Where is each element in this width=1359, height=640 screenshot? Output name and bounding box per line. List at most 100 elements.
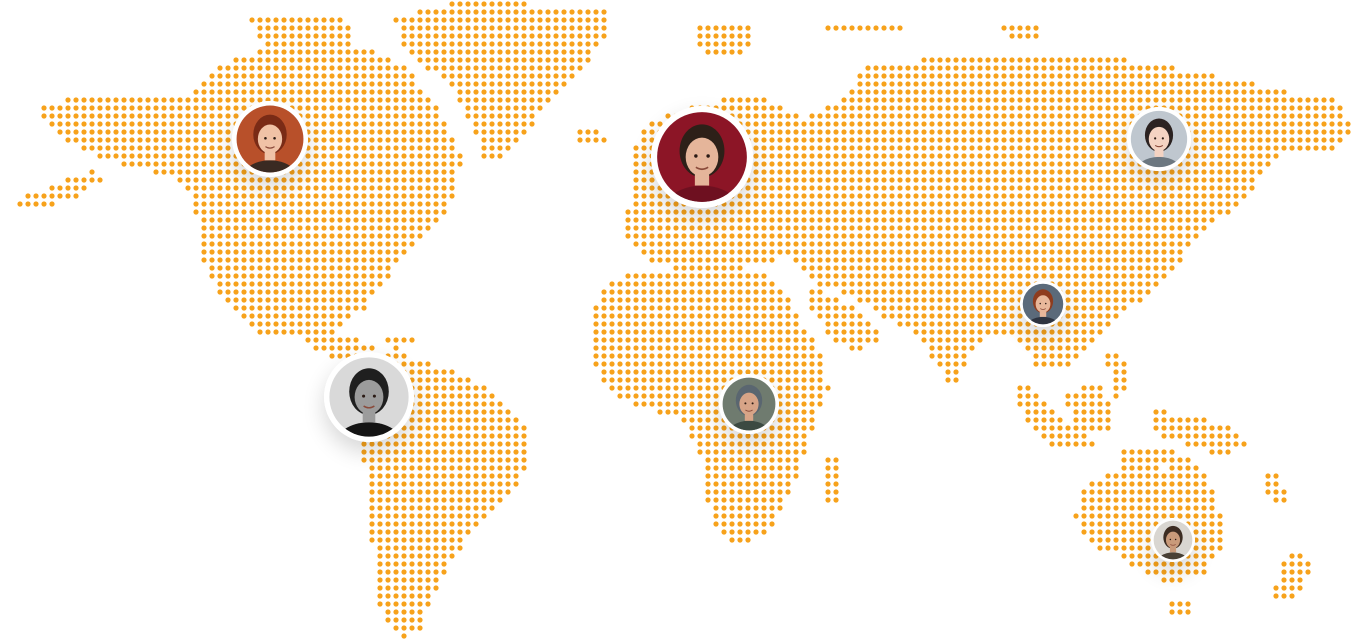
map-dot	[697, 409, 703, 415]
map-dot	[329, 273, 335, 279]
map-dot	[345, 217, 351, 223]
map-dot	[433, 41, 439, 47]
map-dot	[785, 449, 791, 455]
map-dot	[1161, 201, 1167, 207]
map-dot	[1177, 201, 1183, 207]
map-dot	[353, 153, 359, 159]
map-dot	[793, 361, 799, 367]
map-dot	[633, 321, 639, 327]
map-dot	[1177, 257, 1183, 263]
map-dot	[873, 105, 879, 111]
map-dot	[1113, 105, 1119, 111]
map-dot	[201, 225, 207, 231]
map-dot	[417, 225, 423, 231]
map-dot	[401, 153, 407, 159]
map-dot	[329, 17, 335, 23]
map-dot	[1057, 233, 1063, 239]
map-dot	[377, 129, 383, 135]
map-dot	[1105, 201, 1111, 207]
map-dot	[73, 97, 79, 103]
map-dot	[1129, 289, 1135, 295]
map-dot	[1209, 129, 1215, 135]
map-dot	[321, 273, 327, 279]
map-dot	[985, 153, 991, 159]
map-dot	[225, 281, 231, 287]
map-dot	[321, 169, 327, 175]
map-dot	[985, 313, 991, 319]
map-dot	[281, 321, 287, 327]
map-dot	[457, 441, 463, 447]
map-dot	[1025, 417, 1031, 423]
map-dot	[289, 225, 295, 231]
map-dot	[1281, 137, 1287, 143]
map-dot	[849, 321, 855, 327]
map-dot	[281, 209, 287, 215]
map-dot	[865, 225, 871, 231]
map-dot	[697, 273, 703, 279]
map-dot	[361, 177, 367, 183]
map-dot	[145, 153, 151, 159]
map-dot	[649, 209, 655, 215]
map-dot	[465, 97, 471, 103]
map-dot	[793, 385, 799, 391]
map-dot	[777, 217, 783, 223]
map-dot	[513, 57, 519, 63]
map-dot	[1033, 89, 1039, 95]
map-dot	[1209, 201, 1215, 207]
map-dot	[121, 105, 127, 111]
map-dot	[97, 153, 103, 159]
map-dot	[1025, 257, 1031, 263]
map-dot	[417, 497, 423, 503]
map-dot	[649, 385, 655, 391]
map-dot	[313, 129, 319, 135]
map-dot	[721, 209, 727, 215]
map-dot	[65, 193, 71, 199]
map-dot	[1001, 113, 1007, 119]
map-dot	[1137, 281, 1143, 287]
map-dot	[905, 89, 911, 95]
map-dot	[73, 137, 79, 143]
map-dot	[985, 305, 991, 311]
map-dot	[1105, 497, 1111, 503]
map-dot	[801, 201, 807, 207]
map-dot	[1041, 169, 1047, 175]
map-dot	[921, 57, 927, 63]
map-dot	[441, 385, 447, 391]
map-dot	[1217, 177, 1223, 183]
map-dot	[673, 321, 679, 327]
map-dot	[769, 169, 775, 175]
map-dot	[513, 465, 519, 471]
map-dot	[761, 497, 767, 503]
map-dot	[905, 313, 911, 319]
map-dot	[1009, 153, 1015, 159]
map-dot	[761, 305, 767, 311]
map-dot	[305, 73, 311, 79]
map-dot	[897, 313, 903, 319]
map-dot	[1049, 217, 1055, 223]
map-dot	[361, 113, 367, 119]
map-dot	[273, 321, 279, 327]
map-dot	[425, 481, 431, 487]
map-dot	[321, 337, 327, 343]
map-dot	[929, 353, 935, 359]
map-dot	[473, 49, 479, 55]
map-dot	[657, 393, 663, 399]
map-dot	[937, 169, 943, 175]
map-dot	[633, 305, 639, 311]
map-dot	[785, 217, 791, 223]
map-dot	[705, 217, 711, 223]
map-dot	[521, 33, 527, 39]
map-dot	[473, 489, 479, 495]
map-dot	[1121, 273, 1127, 279]
map-dot	[353, 233, 359, 239]
map-dot	[161, 113, 167, 119]
map-dot	[329, 145, 335, 151]
map-dot	[969, 161, 975, 167]
map-dot	[905, 177, 911, 183]
map-dot	[441, 489, 447, 495]
map-dot	[1209, 185, 1215, 191]
map-dot	[697, 329, 703, 335]
map-dot	[553, 89, 559, 95]
map-dot	[993, 57, 999, 63]
map-dot	[865, 73, 871, 79]
